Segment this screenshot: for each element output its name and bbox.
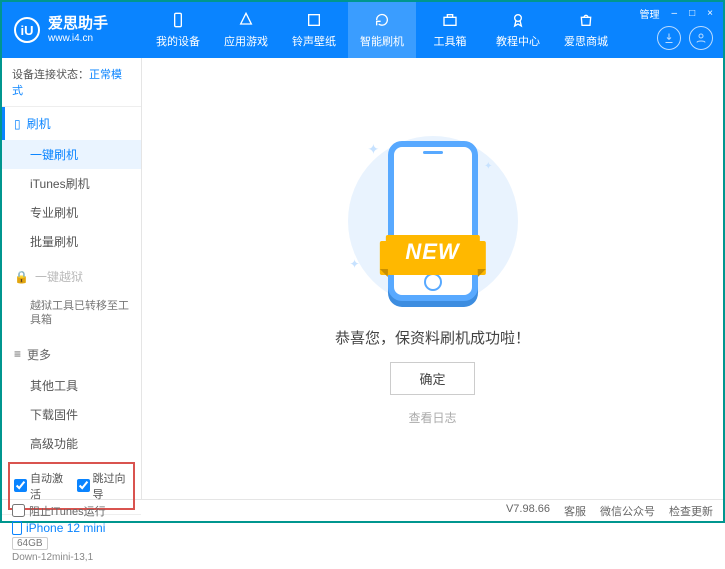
nav-label: 应用游戏 xyxy=(224,33,268,49)
user-button[interactable] xyxy=(689,26,713,50)
sidebar-item-other[interactable]: 其他工具 xyxy=(2,371,141,400)
wechat-link[interactable]: 微信公众号 xyxy=(600,503,655,519)
sidebar-group-flash[interactable]: ▯ 刷机 xyxy=(2,107,141,140)
nav-ringtones[interactable]: 铃声壁纸 xyxy=(280,2,348,58)
sidebar: 设备连接状态：正常模式 ▯ 刷机 一键刷机 iTunes刷机 专业刷机 批量刷机… xyxy=(2,58,142,499)
brand-name: 爱思助手 xyxy=(48,16,108,33)
app-header: iU 爱思助手 www.i4.cn 我的设备 应用游戏 铃声壁纸 智能刷机 工具… xyxy=(2,2,723,58)
ok-button[interactable]: 确定 xyxy=(390,362,474,395)
phone-icon xyxy=(169,11,187,29)
checkbox-label: 自动激活 xyxy=(30,470,67,502)
sidebar-item-itunes[interactable]: iTunes刷机 xyxy=(2,169,141,198)
close-button[interactable]: × xyxy=(705,8,715,19)
nav-store[interactable]: 爱思商城 xyxy=(552,2,620,58)
jailbreak-note: 越狱工具已转移至工具箱 xyxy=(2,293,141,334)
refresh-icon xyxy=(373,11,391,29)
logo-icon: iU xyxy=(14,17,40,43)
new-ribbon: NEW xyxy=(385,235,479,269)
nav-label: 教程中心 xyxy=(496,33,540,49)
sidebar-group-more[interactable]: ≡ 更多 xyxy=(2,338,141,371)
sparkle-icon: ✦ xyxy=(350,257,360,271)
nav-label: 我的设备 xyxy=(156,33,200,49)
minimize-button[interactable]: – xyxy=(670,8,680,19)
apps-icon xyxy=(237,11,255,29)
sparkle-icon: ✦ xyxy=(484,161,492,172)
main-nav: 我的设备 应用游戏 铃声壁纸 智能刷机 工具箱 教程中心 爱思商城 xyxy=(144,2,620,58)
version-label: V7.98.66 xyxy=(506,503,550,519)
success-message: 恭喜您，保资料刷机成功啦！ xyxy=(335,327,530,348)
sidebar-group-jailbreak: 🔒 一键越狱 xyxy=(2,260,141,293)
sidebar-item-pro[interactable]: 专业刷机 xyxy=(2,198,141,227)
window-controls: 管理 – □ × xyxy=(638,6,715,21)
skip-guide-checkbox[interactable]: 跳过向导 xyxy=(77,470,130,502)
conn-label: 设备连接状态： xyxy=(12,69,89,81)
group-label: 更多 xyxy=(27,346,51,363)
download-button[interactable] xyxy=(657,26,681,50)
support-link[interactable]: 客服 xyxy=(564,503,586,519)
nav-label: 爱思商城 xyxy=(564,33,608,49)
sidebar-item-download[interactable]: 下载固件 xyxy=(2,400,141,429)
view-log-link[interactable]: 查看日志 xyxy=(408,409,456,426)
logo: iU 爱思助手 www.i4.cn xyxy=(14,16,144,44)
nav-label: 铃声壁纸 xyxy=(292,33,336,49)
nav-label: 智能刷机 xyxy=(360,33,404,49)
phone-icon xyxy=(388,141,478,301)
wallpaper-icon xyxy=(305,11,323,29)
check-update-link[interactable]: 检查更新 xyxy=(669,503,713,519)
group-label: 一键越狱 xyxy=(35,268,83,285)
nav-flash[interactable]: 智能刷机 xyxy=(348,2,416,58)
brand-url: www.i4.cn xyxy=(48,33,108,44)
checkbox-label: 阻止iTunes运行 xyxy=(29,503,106,519)
nav-label: 工具箱 xyxy=(434,33,467,49)
device-panel[interactable]: iPhone 12 mini 64GB Down-12mini-13,1 xyxy=(2,514,141,569)
sidebar-item-advanced[interactable]: 高级功能 xyxy=(2,429,141,458)
sidebar-item-oneclick[interactable]: 一键刷机 xyxy=(2,140,141,169)
sparkle-icon: ✦ xyxy=(368,141,380,158)
main-content: ✦ ✦ ✦ NEW 恭喜您，保资料刷机成功啦！ 确定 查看日志 xyxy=(142,58,723,499)
sidebar-item-batch[interactable]: 批量刷机 xyxy=(2,227,141,256)
lock-icon: 🔒 xyxy=(14,270,29,284)
success-illustration: ✦ ✦ ✦ NEW xyxy=(328,131,538,311)
nav-toolbox[interactable]: 工具箱 xyxy=(416,2,484,58)
menu-icon: ≡ xyxy=(14,347,21,361)
ribbon-icon xyxy=(509,11,527,29)
block-itunes-checkbox[interactable]: 阻止iTunes运行 xyxy=(12,503,106,519)
checkbox-label: 跳过向导 xyxy=(93,470,130,502)
nav-my-device[interactable]: 我的设备 xyxy=(144,2,212,58)
nav-tutorials[interactable]: 教程中心 xyxy=(484,2,552,58)
nav-apps[interactable]: 应用游戏 xyxy=(212,2,280,58)
connection-status: 设备连接状态：正常模式 xyxy=(2,58,141,107)
device-desc: Down-12mini-13,1 xyxy=(12,552,131,563)
menu-button[interactable]: 管理 xyxy=(638,6,662,21)
phone-icon: ▯ xyxy=(14,117,21,131)
bag-icon xyxy=(577,11,595,29)
device-capacity: 64GB xyxy=(12,537,48,550)
group-label: 刷机 xyxy=(27,115,51,132)
toolbox-icon xyxy=(441,11,459,29)
auto-activate-checkbox[interactable]: 自动激活 xyxy=(14,470,67,502)
maximize-button[interactable]: □ xyxy=(687,8,697,19)
